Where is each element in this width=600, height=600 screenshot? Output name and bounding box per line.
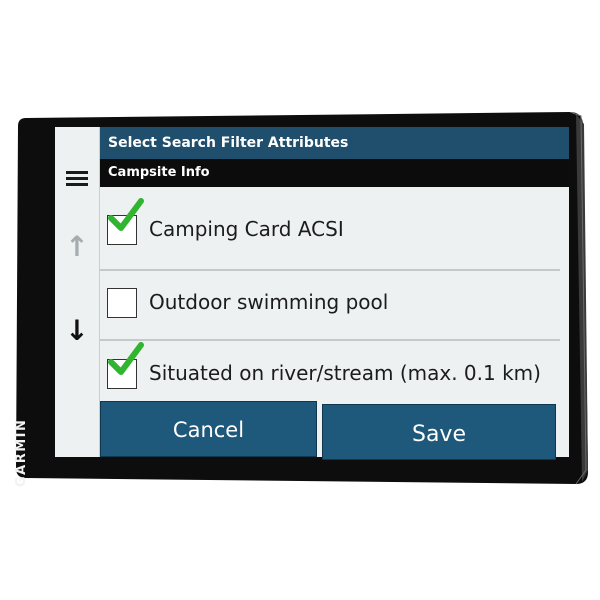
cancel-button[interactable]: Cancel: [100, 401, 317, 457]
sidebar: ↑ ↓: [55, 127, 100, 457]
option-label: Camping Card ACSI: [149, 217, 344, 241]
screen: ↑ ↓ Select Search Filter Attributes Camp…: [55, 127, 569, 572]
checkbox[interactable]: [107, 288, 137, 318]
section-title: Campsite Info: [100, 159, 569, 187]
checkmark-icon: [108, 342, 144, 375]
garmin-logo: GARMIN: [14, 418, 29, 487]
arrow-up-icon[interactable]: ↑: [55, 233, 99, 261]
save-button[interactable]: Save: [322, 404, 556, 460]
page-title: Select Search Filter Attributes: [100, 127, 569, 159]
menu-icon[interactable]: [55, 168, 99, 189]
divider: [100, 339, 560, 341]
option-row[interactable]: Outdoor swimming pool: [100, 272, 569, 340]
option-label: Outdoor swimming pool: [149, 290, 389, 314]
checkmark-icon: [108, 198, 144, 231]
option-label: Situated on river/stream (max. 0.1 km): [149, 361, 541, 385]
arrow-down-icon[interactable]: ↓: [55, 317, 99, 345]
option-row[interactable]: Camping Card ACSI: [100, 198, 569, 267]
divider: [100, 269, 560, 271]
gps-device: GARMIN ↑ ↓ Select Search Filter Attribut…: [10, 112, 588, 488]
